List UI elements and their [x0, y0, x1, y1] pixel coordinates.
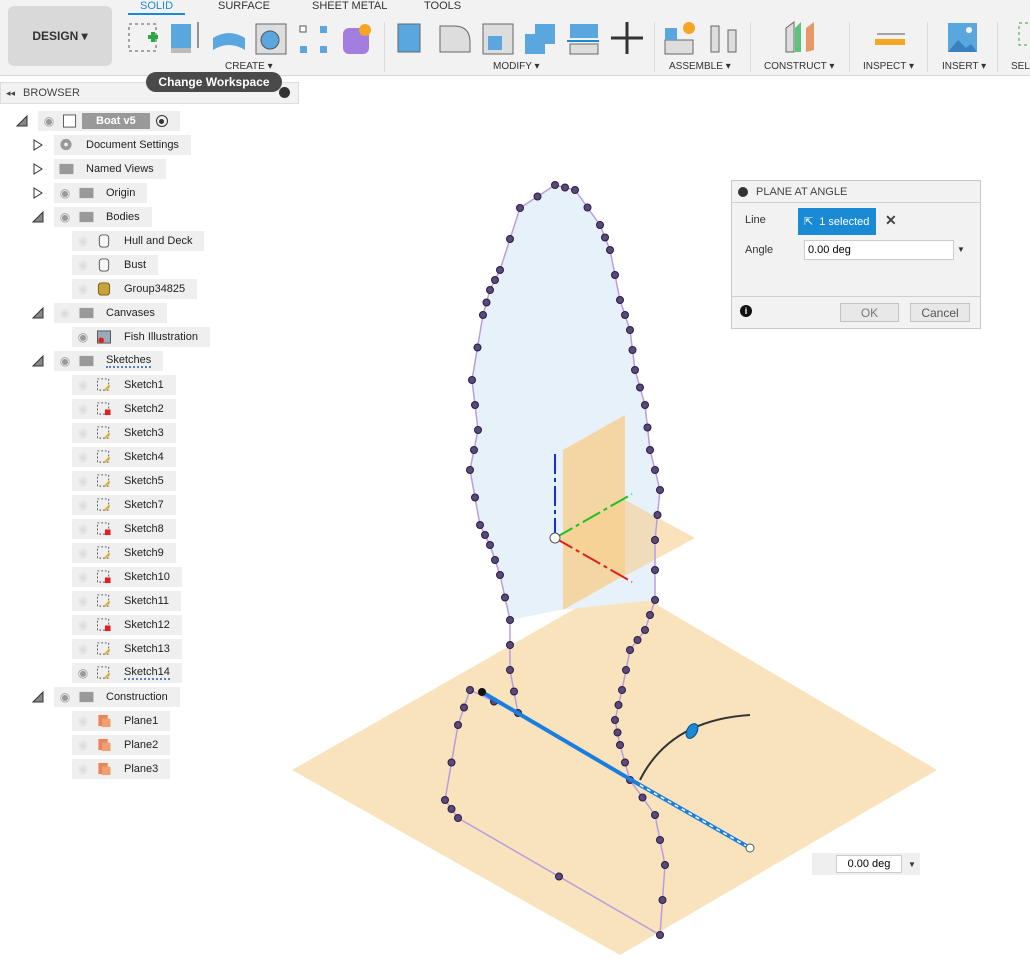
- sketch-point[interactable]: [651, 811, 659, 819]
- sketch-point[interactable]: [454, 814, 462, 822]
- sketch-point[interactable]: [470, 446, 478, 454]
- sketch-point[interactable]: [631, 366, 639, 374]
- tooltip: Change Workspace: [146, 72, 282, 92]
- sketch-point[interactable]: [628, 346, 637, 354]
- sketch-point[interactable]: [638, 793, 647, 802]
- sketch-point[interactable]: [491, 276, 499, 284]
- sketch-point[interactable]: [643, 423, 652, 432]
- sketch-point[interactable]: [491, 556, 499, 564]
- ok-button[interactable]: OK: [840, 303, 899, 322]
- viewport-angle-input-box: ▼: [812, 853, 920, 875]
- sketch-point[interactable]: [471, 401, 479, 409]
- angle-dropdown-icon[interactable]: ▼: [957, 245, 965, 254]
- angle-label: Angle: [745, 244, 774, 256]
- sketch-point[interactable]: [501, 593, 509, 602]
- sketch-point[interactable]: [646, 611, 654, 619]
- line-selection-button[interactable]: ⇱ 1 selected: [798, 208, 876, 235]
- sketch-point[interactable]: [441, 796, 449, 804]
- sketch-point[interactable]: [641, 626, 649, 634]
- info-icon[interactable]: i: [740, 305, 752, 317]
- sketch-point[interactable]: [516, 204, 524, 212]
- line-label: Line: [745, 214, 766, 226]
- sketch-point[interactable]: [447, 805, 456, 813]
- sketch-point[interactable]: [606, 246, 614, 254]
- origin-point[interactable]: [549, 532, 561, 544]
- sketch-point[interactable]: [626, 326, 634, 334]
- sketch-point[interactable]: [636, 383, 644, 392]
- dialog-title: PLANE AT ANGLE: [756, 185, 848, 198]
- sketch-point[interactable]: [583, 203, 592, 212]
- sketch-point[interactable]: [486, 286, 494, 294]
- sketch-point[interactable]: [622, 666, 630, 674]
- plane-at-angle-dialog: PLANE AT ANGLE Line ⇱ 1 selected ✕ Angle …: [731, 180, 981, 329]
- sketch-point[interactable]: [510, 687, 518, 696]
- cursor-icon: ⇱: [804, 216, 814, 228]
- sketch-point[interactable]: [656, 836, 664, 844]
- sketch-point[interactable]: [506, 616, 514, 624]
- sketch-point[interactable]: [454, 721, 462, 729]
- sketch-point[interactable]: [651, 466, 659, 474]
- line-selection-label: 1 selected: [819, 215, 870, 228]
- sketch-point[interactable]: [633, 636, 642, 644]
- sketch-point[interactable]: [479, 311, 487, 319]
- sketch-point[interactable]: [641, 401, 649, 409]
- sketch-point[interactable]: [646, 446, 654, 454]
- sketch-point[interactable]: [651, 596, 659, 604]
- sketch-point[interactable]: [611, 716, 619, 724]
- sketch-point[interactable]: [616, 296, 624, 304]
- sketch-point[interactable]: [555, 872, 563, 881]
- sketch-point[interactable]: [474, 426, 482, 434]
- sketch-point[interactable]: [476, 521, 484, 529]
- viewport-angle-input[interactable]: [836, 855, 902, 873]
- sketch-point[interactable]: [661, 861, 669, 869]
- sketch-point[interactable]: [596, 221, 604, 229]
- sketch-point[interactable]: [618, 686, 626, 694]
- sketch-point[interactable]: [571, 186, 579, 194]
- sketch-point[interactable]: [651, 566, 659, 574]
- sketch-point[interactable]: [613, 728, 622, 737]
- cancel-button[interactable]: Cancel: [910, 303, 970, 322]
- sketch-point[interactable]: [481, 531, 489, 539]
- sketch-point[interactable]: [653, 511, 662, 519]
- sketch-point[interactable]: [447, 758, 456, 767]
- sketch-point[interactable]: [656, 931, 664, 939]
- sketch-point[interactable]: [611, 271, 619, 279]
- angle-input[interactable]: [804, 240, 954, 260]
- sketch-point[interactable]: [626, 646, 634, 654]
- sketch-point[interactable]: [466, 686, 474, 694]
- sketch-point[interactable]: [621, 311, 629, 319]
- line-end-point: [745, 843, 755, 853]
- sketch-point[interactable]: [656, 486, 664, 494]
- line-start-point: [478, 688, 486, 696]
- sketch-point[interactable]: [496, 266, 504, 274]
- viewport-canvas[interactable]: [0, 0, 1030, 973]
- collapse-icon[interactable]: [738, 186, 748, 197]
- sketch-point[interactable]: [561, 183, 569, 192]
- sketch-point[interactable]: [486, 541, 494, 549]
- sketch-point[interactable]: [471, 493, 479, 502]
- sketch-point[interactable]: [482, 298, 491, 307]
- sketch-point[interactable]: [473, 343, 482, 352]
- clear-selection-icon[interactable]: ✕: [885, 212, 897, 229]
- sketch-point[interactable]: [616, 741, 624, 749]
- sketch-point[interactable]: [651, 536, 659, 544]
- sketch-point[interactable]: [466, 466, 474, 474]
- chevron-down-icon[interactable]: ▼: [908, 860, 916, 869]
- sketch-point[interactable]: [533, 192, 542, 201]
- sketch-point[interactable]: [601, 233, 609, 242]
- sketch-point[interactable]: [551, 181, 559, 189]
- sketch-point[interactable]: [658, 896, 667, 904]
- sketch-point[interactable]: [460, 703, 468, 712]
- sketch-point[interactable]: [506, 641, 514, 649]
- sketch-point[interactable]: [468, 376, 476, 384]
- sketch-point[interactable]: [506, 666, 514, 674]
- sketch-point[interactable]: [614, 701, 623, 709]
- sketch-point[interactable]: [621, 758, 629, 767]
- sketch-point[interactable]: [506, 235, 514, 243]
- sketch-point[interactable]: [496, 571, 504, 579]
- divider: [732, 296, 980, 297]
